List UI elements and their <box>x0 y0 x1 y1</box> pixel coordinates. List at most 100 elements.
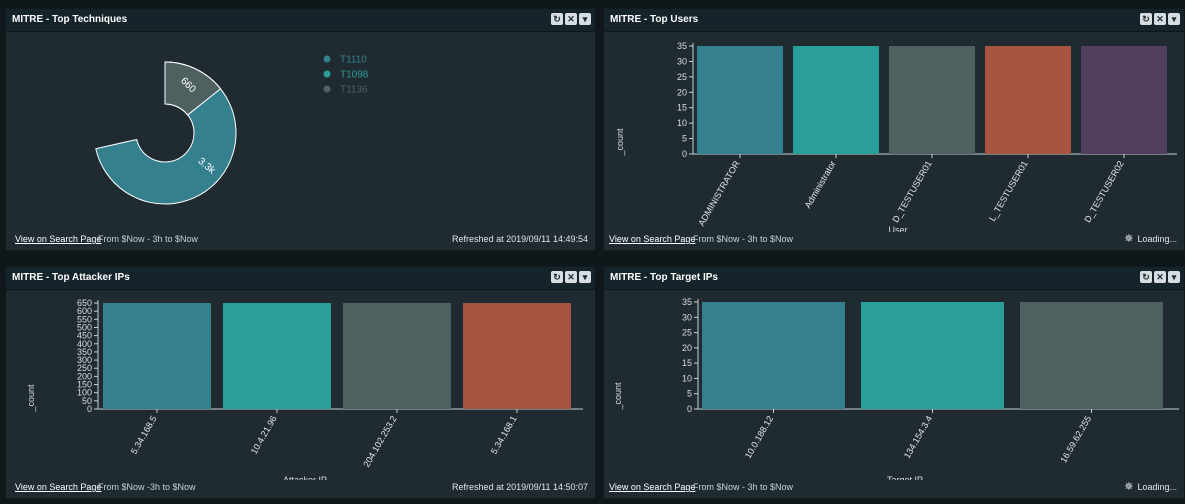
x-tick-label: 16.59.62.255 <box>1058 414 1093 465</box>
view-on-search-link[interactable]: View on Search Page <box>15 482 101 492</box>
y-tick-label: 10 <box>682 373 692 383</box>
bar <box>793 46 879 154</box>
legend-marker <box>323 70 331 78</box>
refresh-icon[interactable]: ↻ <box>551 271 563 283</box>
panel-top-attacker-ips: MITRE - Top Attacker IPs ↻ ✕ ▾ 0 50 100 150… <box>5 266 596 499</box>
bar <box>697 46 783 154</box>
y-tick-label: 5 <box>687 389 692 399</box>
close-icon[interactable]: ✕ <box>1154 13 1166 25</box>
view-on-search-link[interactable]: View on Search Page <box>609 482 695 492</box>
y-axis-title: _count <box>613 382 623 411</box>
bar <box>889 46 975 154</box>
bar <box>861 302 1004 409</box>
panel-title: MITRE - Top Techniques <box>12 14 128 25</box>
chevron-down-icon[interactable]: ▾ <box>579 271 591 283</box>
loading-icon: ✵ <box>1124 481 1134 493</box>
loading-text: Loading... <box>1137 482 1177 492</box>
chart-area: 0 5 10 15 20 25 30 35 ADMINISTRATOR Administrator… <box>604 32 1184 232</box>
bar <box>1020 302 1163 409</box>
y-axis-title: _count <box>615 128 625 157</box>
donut-chart: 3.3k660660T1110T1098T1136 <box>95 55 369 205</box>
loading-status: ✵ Loading... <box>1124 481 1177 493</box>
bar <box>463 303 571 409</box>
y-tick-label: 10 <box>677 118 687 128</box>
refresh-icon[interactable]: ↻ <box>1140 13 1152 25</box>
y-tick-label: 25 <box>677 72 687 82</box>
y-tick-label: 15 <box>682 358 692 368</box>
y-tick-label: 0 <box>682 149 687 159</box>
panel-title: MITRE - Top Attacker IPs <box>12 272 130 283</box>
bar <box>103 303 211 409</box>
bar-chart-users: 0 5 10 15 20 25 30 35 ADMINISTRATOR Administrator… <box>615 41 1177 232</box>
time-range: From $Now - 3h to $Now <box>693 482 794 492</box>
y-tick-label: 15 <box>677 103 687 113</box>
panel-title: MITRE - Top Target IPs <box>610 272 718 283</box>
x-tick-label: 204.102.253.2 <box>361 414 398 469</box>
y-tick-label: 20 <box>682 343 692 353</box>
x-tick-label: D_TESTUSER02 <box>1082 159 1125 224</box>
loading-icon: ✵ <box>1124 233 1134 245</box>
x-tick-label: 10.0.188.12 <box>743 414 775 460</box>
chart-area: 0 50 100 150 200 250 300 350 400 450 500 550 600 650 5… <box>6 290 595 480</box>
chevron-down-icon[interactable]: ▾ <box>579 13 591 25</box>
y-tick-label: 20 <box>677 87 687 97</box>
x-tick-label: 5.34.168.1 <box>489 414 519 456</box>
panel-header: MITRE - Top Target IPs ↻ ✕ ▾ <box>604 267 1184 290</box>
refresh-icon[interactable]: ↻ <box>551 13 563 25</box>
close-icon[interactable]: ✕ <box>1154 271 1166 283</box>
view-on-search-link[interactable]: View on Search Page <box>609 234 695 244</box>
loading-status: ✵ Loading... <box>1124 233 1177 245</box>
bar-chart-attacker-ips: 0501001502002503003504004505005506006505… <box>26 298 583 480</box>
panel-top-techniques: MITRE - Top Techniques ↻ ✕ ▾ 3.3k660660T… <box>5 8 596 251</box>
legend-marker <box>323 55 331 63</box>
legend-item: T1110 <box>340 55 367 66</box>
time-range: From $Now - 3h to $Now <box>693 234 794 244</box>
view-on-search-link[interactable]: View on Search Page <box>15 234 101 244</box>
x-tick-label: 10.4.21.96 <box>249 414 279 456</box>
chart-area: 0 5 10 15 20 25 30 35 10.0.188.12 134.154.3.4 16.5… <box>604 290 1184 480</box>
y-tick-label: 35 <box>677 41 687 51</box>
time-range: From $Now - 3h to $Now <box>98 234 199 244</box>
panel-top-users: MITRE - Top Users ↻ ✕ ▾ 0 5 10 15 20 25 30 35 AD… <box>603 8 1185 251</box>
chevron-down-icon[interactable]: ▾ <box>1168 271 1180 283</box>
y-tick-label: 30 <box>682 312 692 322</box>
x-tick-label: 134.154.3.4 <box>902 414 934 460</box>
panel-top-target-ips: MITRE - Top Target IPs ↻ ✕ ▾ 0 5 10 15 20 25 3… <box>603 266 1185 499</box>
bar <box>985 46 1071 154</box>
panel-footer: View on Search Page From $Now - 3h to $N… <box>6 230 595 250</box>
x-tick-label: Administrator <box>803 159 838 210</box>
bar <box>702 302 845 409</box>
y-axis-title: _count <box>26 384 36 413</box>
y-tick-label: 0 <box>687 404 692 414</box>
bar <box>343 303 451 409</box>
refreshed-status: Refreshed at 2019/09/11 14:50:07 <box>452 482 588 492</box>
loading-text: Loading... <box>1137 234 1177 244</box>
x-tick-label: D_TESTUSER01 <box>890 159 933 224</box>
y-tick-label: 650 <box>77 298 92 308</box>
y-tick-label: 25 <box>682 328 692 338</box>
x-tick-label: 5.34.168.5 <box>129 414 159 456</box>
close-icon[interactable]: ✕ <box>565 271 577 283</box>
y-tick-label: 35 <box>682 297 692 307</box>
chevron-down-icon[interactable]: ▾ <box>1168 13 1180 25</box>
legend-marker <box>323 85 331 93</box>
panel-title: MITRE - Top Users <box>610 14 699 25</box>
refresh-icon[interactable]: ↻ <box>1140 271 1152 283</box>
panel-footer: View on Search Page From $Now -3h to $No… <box>6 478 595 498</box>
legend-item: T1136 <box>340 85 368 96</box>
panel-header: MITRE - Top Users ↻ ✕ ▾ <box>604 9 1184 32</box>
close-icon[interactable]: ✕ <box>565 13 577 25</box>
legend-item: T1098 <box>340 70 369 81</box>
chart-area: 3.3k660660T1110T1098T1136 <box>6 32 595 230</box>
x-tick-label: L_TESTUSER01 <box>987 159 1030 223</box>
panel-footer: View on Search Page From $Now - 3h to $N… <box>604 230 1184 250</box>
panel-header: MITRE - Top Techniques ↻ ✕ ▾ <box>6 9 595 32</box>
bar <box>1081 46 1167 154</box>
x-tick-label: ADMINISTRATOR <box>696 159 742 228</box>
panel-header: MITRE - Top Attacker IPs ↻ ✕ ▾ <box>6 267 595 290</box>
bar-chart-target-ips: 0 5 10 15 20 25 30 35 10.0.188.12 134.154.3.4 16.5… <box>613 297 1179 480</box>
bar <box>223 303 331 409</box>
y-tick-label: 30 <box>677 56 687 66</box>
y-tick-label: 5 <box>682 134 687 144</box>
refreshed-status: Refreshed at 2019/09/11 14:49:54 <box>452 234 588 244</box>
